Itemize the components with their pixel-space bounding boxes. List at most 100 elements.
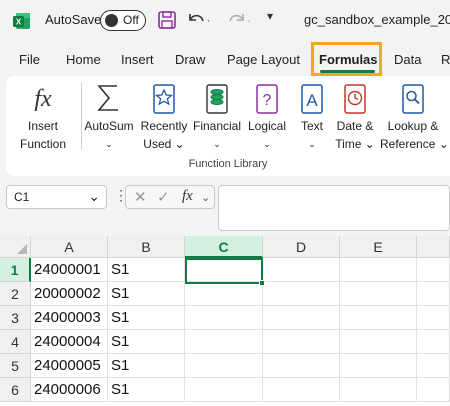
svg-text:X: X [16, 18, 22, 27]
tab-review-truncated[interactable]: R [441, 52, 450, 67]
cell-b5[interactable]: S1 [108, 354, 185, 378]
ribbon-tabs: File Home Insert Draw Page Layout Formul… [0, 44, 450, 74]
active-cell-selection[interactable] [185, 258, 265, 286]
cell-b3[interactable]: S1 [108, 306, 185, 330]
row-header[interactable]: 4 [0, 330, 31, 354]
chevron-down-icon[interactable]: ⌄ [201, 191, 210, 204]
select-all-button[interactable] [0, 236, 31, 258]
tab-draw[interactable]: Draw [175, 52, 205, 67]
cell-d3[interactable] [263, 306, 340, 330]
tab-home[interactable]: Home [66, 52, 101, 67]
column-header-b[interactable]: B [108, 236, 185, 258]
magnifier-book-icon [402, 84, 424, 114]
cell-c6[interactable] [185, 378, 263, 402]
date-time-button[interactable]: Date & Time ⌄ [332, 76, 378, 152]
enter-icon[interactable]: ✓ [157, 188, 170, 206]
cell-f5[interactable] [417, 354, 450, 378]
cell-d4[interactable] [263, 330, 340, 354]
fx-icon: fx [34, 86, 52, 112]
cell-a2[interactable]: 20000002 [31, 282, 108, 306]
cell-c2[interactable] [185, 282, 263, 306]
cell-b2[interactable]: S1 [108, 282, 185, 306]
cell-a3[interactable]: 24000003 [31, 306, 108, 330]
autosave-label: AutoSave [45, 12, 102, 27]
column-header-a[interactable]: A [31, 236, 108, 258]
coins-book-icon [206, 84, 228, 114]
autosum-chevron: ⌄ [105, 139, 113, 149]
cell-e6[interactable] [340, 378, 417, 402]
cell-b6[interactable]: S1 [108, 378, 185, 402]
financial-button[interactable]: Financial ⌄ [192, 76, 242, 152]
question-book-icon: ? [256, 84, 278, 114]
fill-handle[interactable] [259, 280, 265, 286]
text-button[interactable]: A Text ⌄ [294, 76, 330, 152]
column-header-d[interactable]: D [263, 236, 340, 258]
save-icon[interactable] [157, 10, 177, 30]
recently-used-label-2: Used ⌄ [143, 137, 185, 151]
cell-d6[interactable] [263, 378, 340, 402]
cell-a6[interactable]: 24000006 [31, 378, 108, 402]
function-library-group-label: Function Library [188, 158, 268, 170]
select-all-triangle-icon [17, 244, 27, 254]
undo-icon[interactable]: ⌄ [185, 10, 209, 30]
cell-f4[interactable] [417, 330, 450, 354]
tab-data[interactable]: Data [394, 52, 421, 67]
column-header-c[interactable]: C [185, 236, 263, 258]
cell-e2[interactable] [340, 282, 417, 306]
cell-b4[interactable]: S1 [108, 330, 185, 354]
insert-function-button[interactable]: fx Insert Function [10, 76, 76, 152]
recently-used-button[interactable]: Recently Used ⌄ [138, 76, 190, 152]
tab-insert[interactable]: Insert [121, 52, 154, 67]
cell-d1[interactable] [263, 258, 340, 282]
cell-d5[interactable] [263, 354, 340, 378]
name-box[interactable]: C1 ⌄ [6, 185, 107, 209]
date-time-label-2: Time ⌄ [335, 137, 375, 151]
lookup-reference-button[interactable]: Lookup & Reference ⌄ [380, 76, 449, 152]
svg-text:⌄: ⌄ [246, 15, 250, 24]
column-header-e[interactable]: E [340, 236, 417, 258]
cell-e4[interactable] [340, 330, 417, 354]
row-header[interactable]: 1 [0, 258, 31, 282]
cell-e3[interactable] [340, 306, 417, 330]
tab-file[interactable]: File [19, 52, 40, 67]
insert-function-fx-icon[interactable]: fx [182, 188, 193, 205]
cell-f2[interactable] [417, 282, 450, 306]
cell-c5[interactable] [185, 354, 263, 378]
tab-page-layout[interactable]: Page Layout [227, 52, 300, 67]
chevron-down-icon[interactable]: ⌄ [88, 188, 100, 205]
cancel-icon[interactable]: ✕ [134, 188, 147, 206]
formulas-tab-highlight [311, 42, 382, 76]
letter-a-book-icon: A [301, 84, 323, 114]
cell-d2[interactable] [263, 282, 340, 306]
star-book-icon [153, 84, 175, 114]
customize-qat-dropdown[interactable]: ▾ [267, 9, 273, 23]
cell-f3[interactable] [417, 306, 450, 330]
financial-label: Financial [192, 119, 242, 133]
autosum-label: AutoSum [84, 119, 134, 133]
recently-used-label-1: Recently [140, 119, 188, 133]
svg-text:fx: fx [34, 86, 52, 112]
cell-a4[interactable]: 24000004 [31, 330, 108, 354]
cell-f1[interactable] [417, 258, 450, 282]
cell-a5[interactable]: 24000005 [31, 354, 108, 378]
cell-f6[interactable] [417, 378, 450, 402]
cell-a1[interactable]: 24000001 [31, 258, 108, 282]
logical-button[interactable]: ? Logical ⌄ [246, 76, 288, 152]
autosave-toggle[interactable]: Off [100, 10, 146, 31]
cell-e1[interactable] [340, 258, 417, 282]
cell-e5[interactable] [340, 354, 417, 378]
row-header[interactable]: 3 [0, 306, 31, 330]
redo-icon[interactable]: ⌄ [226, 10, 250, 30]
insert-function-label-1: Insert [27, 119, 58, 133]
row-header[interactable]: 5 [0, 354, 31, 378]
row-header[interactable]: 2 [0, 282, 31, 306]
autosum-button[interactable]: AutoSum ⌄ [84, 76, 134, 152]
financial-chevron: ⌄ [213, 139, 221, 149]
row-header[interactable]: 6 [0, 378, 31, 402]
cell-b1[interactable]: S1 [108, 258, 185, 282]
column-header-f-partial[interactable] [417, 236, 450, 258]
cell-c3[interactable] [185, 306, 263, 330]
sigma-icon [97, 85, 118, 111]
formula-input[interactable] [218, 185, 450, 231]
cell-c4[interactable] [185, 330, 263, 354]
